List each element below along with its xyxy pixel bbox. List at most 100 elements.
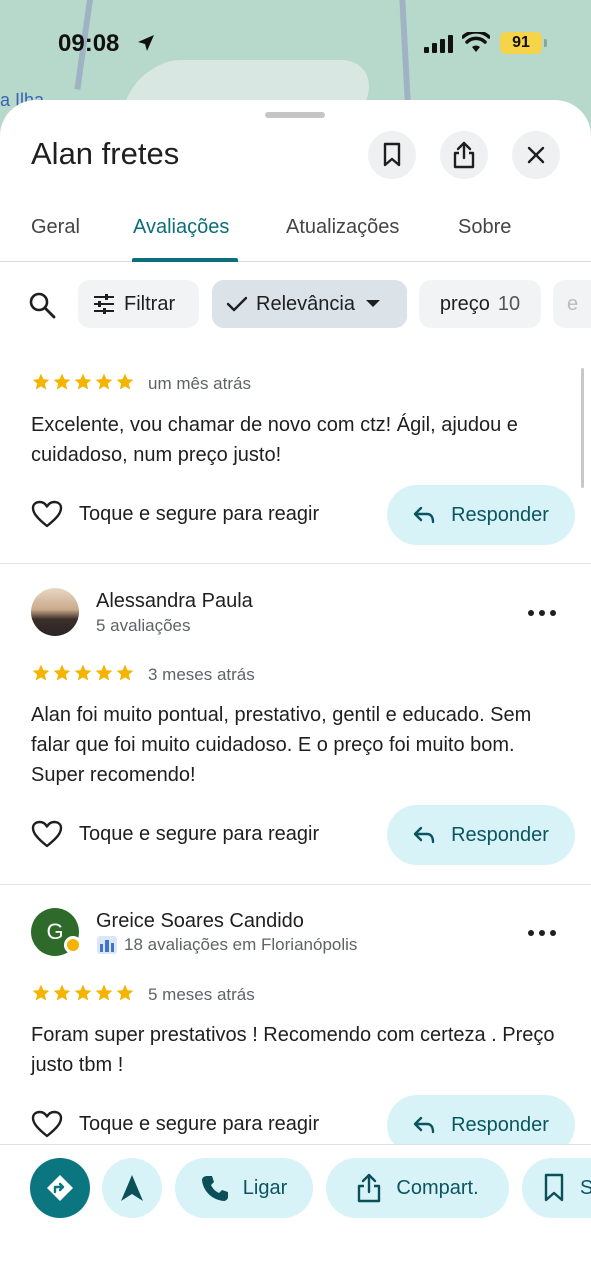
heart-icon	[31, 820, 63, 848]
filter-chip[interactable]: Filtrar	[78, 280, 199, 328]
tab-avaliacoes[interactable]: Avaliações	[133, 216, 229, 239]
share-icon	[453, 141, 475, 169]
reply-label: Responder	[451, 823, 549, 846]
sliders-icon	[94, 294, 114, 314]
bookmark-icon	[383, 142, 401, 167]
react-label: Toque e segure para reagir	[79, 822, 320, 845]
save-label-partial: S	[580, 1176, 591, 1199]
rating-stars	[31, 983, 135, 1003]
sheet-drag-handle[interactable]	[265, 112, 325, 118]
tab-atualizacoes[interactable]: Atualizações	[286, 216, 399, 239]
close-button[interactable]	[512, 131, 560, 179]
rating-stars	[31, 663, 135, 683]
topic-chip-preco[interactable]: preço 10	[419, 280, 541, 328]
review-text: Excelente, vou chamar de novo com ctz! Á…	[31, 414, 518, 466]
call-button[interactable]: Ligar	[175, 1158, 313, 1218]
star-icon	[74, 984, 92, 1001]
review-card: G Greice Soares Candido 18 avaliações em…	[0, 885, 591, 1155]
review-date: 3 meses atrás	[148, 665, 255, 684]
phone-icon	[201, 1176, 228, 1201]
review-card: um mês atrás Excelente, vou chamar de no…	[0, 348, 591, 564]
reply-icon	[413, 1116, 435, 1134]
more-dot	[539, 930, 545, 936]
review-author[interactable]: Alessandra Paula	[96, 590, 253, 613]
review-author[interactable]: Greice Soares Candido	[96, 910, 304, 933]
more-dot	[550, 610, 556, 616]
reply-label: Responder	[451, 503, 549, 526]
react-action[interactable]: Toque e segure para reagir	[31, 500, 319, 528]
star-icon	[116, 373, 134, 390]
heart-icon	[31, 1110, 63, 1138]
reply-icon	[413, 506, 435, 524]
reply-icon	[413, 826, 435, 844]
wifi-icon	[462, 32, 490, 52]
star-icon	[74, 664, 92, 681]
place-title: Alan fretes	[31, 136, 180, 171]
star-icon	[95, 984, 113, 1001]
more-dot	[539, 610, 545, 616]
review-text: Alan foi muito pontual, prestativo, gent…	[31, 704, 532, 786]
avatar-letter: G	[46, 919, 64, 944]
sort-chip-label: Relevância	[256, 292, 355, 315]
review-filter-chips: Filtrar Relevância preço 10 e	[0, 280, 591, 330]
react-label: Toque e segure para reagir	[79, 1112, 320, 1135]
react-action[interactable]: Toque e segure para reagir	[31, 820, 319, 848]
reply-button[interactable]: Responder	[387, 485, 575, 545]
review-count: 18 avaliações em Florianópolis	[124, 935, 358, 954]
call-label: Ligar	[242, 1176, 288, 1199]
location-arrow-icon	[138, 35, 154, 51]
rating-stars	[31, 372, 135, 392]
start-navigation-button[interactable]	[102, 1158, 162, 1218]
star-icon	[95, 373, 113, 390]
battery-tip	[544, 39, 547, 47]
share-label: Compart.	[396, 1176, 479, 1199]
star-icon	[116, 664, 134, 681]
topic-chip-partial-label: e	[567, 292, 579, 315]
sort-relevance-chip[interactable]: Relevância	[212, 280, 407, 328]
star-icon	[116, 984, 134, 1001]
action-bar: Ligar Compart. S	[0, 1144, 591, 1280]
local-guide-badge	[64, 936, 82, 954]
checkmark-icon	[226, 296, 248, 312]
star-icon	[32, 664, 50, 681]
close-icon	[527, 146, 545, 164]
review-text: Foram super prestativos ! Recomendo com …	[31, 1024, 555, 1076]
topic-chip-partial[interactable]: e	[553, 280, 591, 328]
status-time: 09:08	[58, 30, 120, 57]
topic-chip-count: 10	[497, 292, 521, 315]
save-place-button[interactable]	[368, 131, 416, 179]
review-date: 5 meses atrás	[148, 985, 255, 1004]
bookmark-icon	[544, 1173, 564, 1202]
star-icon	[53, 373, 71, 390]
react-action[interactable]: Toque e segure para reagir	[31, 1110, 319, 1138]
save-button[interactable]: S	[522, 1158, 591, 1218]
review-author-meta: 18 avaliações em Florianópolis	[96, 935, 357, 955]
share-place-button[interactable]	[440, 131, 488, 179]
avatar[interactable]: G	[31, 908, 82, 956]
heart-icon	[31, 500, 63, 528]
search-icon[interactable]	[28, 291, 56, 319]
topic-chip-label: preço	[439, 292, 490, 315]
star-icon	[53, 984, 71, 1001]
battery-indicator: 91	[500, 32, 542, 54]
review-author-meta: 5 avaliações	[96, 616, 191, 636]
cellular-signal-icon	[424, 35, 453, 53]
more-options-button[interactable]	[528, 923, 556, 943]
tab-geral[interactable]: Geral	[31, 216, 80, 239]
review-date: um mês atrás	[148, 374, 251, 393]
more-options-button[interactable]	[528, 603, 556, 623]
city-icon	[97, 936, 117, 954]
share-button[interactable]: Compart.	[326, 1158, 509, 1218]
star-icon	[32, 373, 50, 390]
star-icon	[53, 664, 71, 681]
directions-button[interactable]	[30, 1158, 90, 1218]
avatar[interactable]	[31, 588, 79, 636]
navigation-arrow-icon	[121, 1175, 143, 1201]
reply-button[interactable]: Responder	[387, 805, 575, 865]
tab-sobre[interactable]: Sobre	[458, 216, 511, 239]
star-icon	[74, 373, 92, 390]
place-sheet: Alan fretes Geral Avaliações Atualizaçõe…	[0, 100, 591, 1280]
tab-bar: Geral Avaliações Atualizações Sobre	[0, 200, 591, 262]
more-dot	[528, 930, 534, 936]
star-icon	[95, 664, 113, 681]
